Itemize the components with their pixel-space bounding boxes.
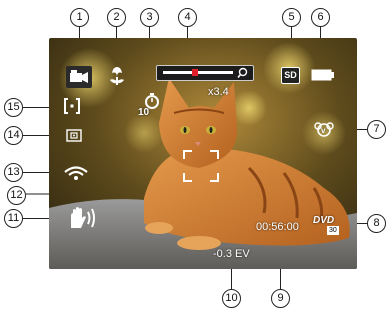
callout-4: 4	[178, 8, 197, 27]
callout-1: 1	[70, 8, 89, 27]
callout-8: 8	[367, 214, 386, 233]
callout-7: 7	[367, 120, 386, 139]
callout-5: 5	[282, 8, 301, 27]
callout-15: 15	[4, 98, 23, 117]
anti-shake-hand-icon[interactable]	[67, 206, 97, 230]
wifi-icon[interactable]	[63, 165, 89, 181]
zoom-magnifier-icon	[237, 67, 248, 79]
callout-10: 10	[222, 289, 241, 308]
self-timer-value: 10	[138, 107, 150, 118]
af-mode-icon[interactable]	[64, 98, 80, 114]
focus-frame-icon	[183, 150, 219, 182]
video-quality-sub: 30	[327, 226, 339, 235]
callout-3: 3	[140, 8, 159, 27]
vivid-color-icon[interactable]: v	[313, 121, 335, 137]
sd-card-icon: SD	[281, 67, 300, 84]
callout-14: 14	[4, 126, 23, 145]
camera-screen: 10 x3.4 SD v DVD 30 00:56:00 -0.3 EV	[49, 38, 357, 269]
callout-11: 11	[4, 209, 23, 228]
zoom-label: x3.4	[208, 86, 229, 98]
video-quality-label: DVD	[313, 215, 335, 226]
battery-icon	[311, 69, 334, 81]
callout-9: 9	[271, 289, 290, 308]
callout-6: 6	[311, 8, 330, 27]
video-camera-icon[interactable]	[66, 66, 92, 88]
flower-macro-icon[interactable]	[108, 65, 126, 87]
metering-icon[interactable]	[66, 129, 82, 142]
zoom-bar[interactable]	[156, 65, 254, 81]
zoom-marker	[191, 69, 198, 76]
recording-time: 00:56:00	[256, 221, 299, 233]
callout-13: 13	[4, 163, 23, 182]
storage-label: SD	[284, 70, 297, 80]
callout-2: 2	[107, 8, 126, 27]
svg-text:v: v	[321, 126, 326, 135]
dvd-quality-icon[interactable]: DVD 30	[313, 215, 343, 237]
exposure-value: -0.3 EV	[213, 248, 250, 260]
zoom-track	[163, 71, 233, 74]
